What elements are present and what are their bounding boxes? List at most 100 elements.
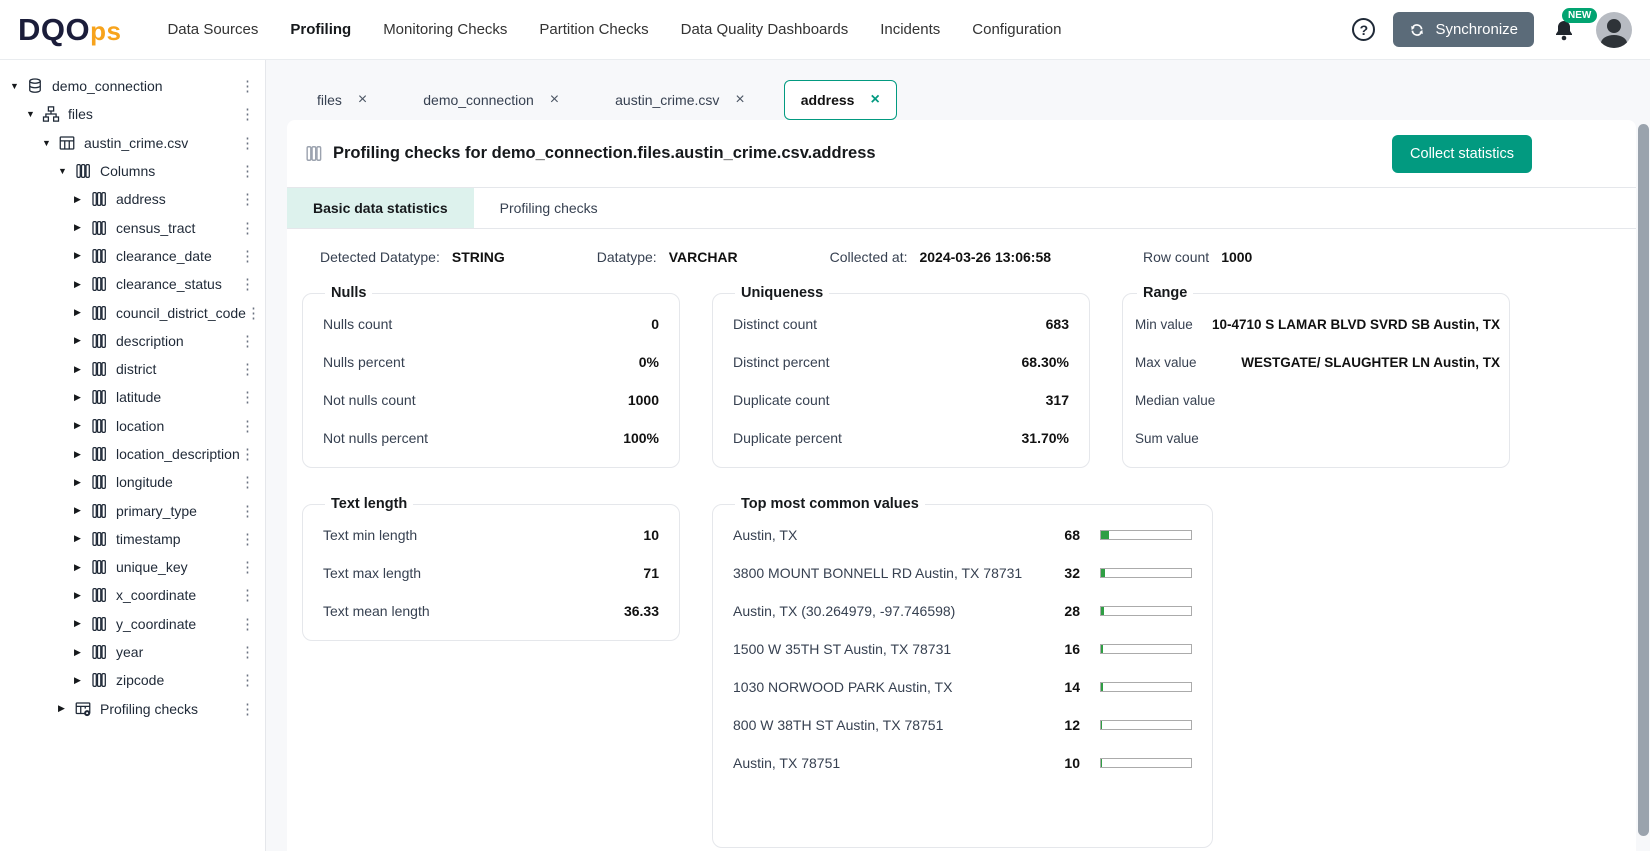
- nav-configuration[interactable]: Configuration: [972, 21, 1061, 38]
- main-scrollbar-thumb[interactable]: [1638, 124, 1649, 836]
- tree-item-description[interactable]: ▶ description ⋮: [0, 327, 265, 355]
- tree-item-label[interactable]: timestamp: [116, 531, 181, 547]
- nav-data-sources[interactable]: Data Sources: [167, 21, 258, 38]
- expand-arrow-icon[interactable]: ▶: [74, 477, 88, 488]
- close-tab-icon[interactable]: ×: [735, 92, 744, 108]
- tree-item-timestamp[interactable]: ▶ timestamp ⋮: [0, 525, 265, 553]
- tree-item-label[interactable]: clearance_status: [116, 276, 222, 292]
- kebab-menu-icon[interactable]: ⋮: [240, 134, 255, 152]
- tab-files[interactable]: files ×: [300, 80, 384, 120]
- tree-item-location[interactable]: ▶ location ⋮: [0, 412, 265, 440]
- kebab-menu-icon[interactable]: ⋮: [240, 671, 255, 689]
- nav-data-quality-dashboards[interactable]: Data Quality Dashboards: [681, 21, 849, 38]
- expand-arrow-icon[interactable]: ▶: [74, 364, 88, 375]
- tree-item-label[interactable]: files: [68, 106, 93, 122]
- nav-monitoring-checks[interactable]: Monitoring Checks: [383, 21, 507, 38]
- kebab-menu-icon[interactable]: ⋮: [240, 700, 255, 718]
- kebab-menu-icon[interactable]: ⋮: [240, 502, 255, 520]
- nav-profiling[interactable]: Profiling: [290, 21, 351, 38]
- tree-item-label[interactable]: clearance_date: [116, 248, 212, 264]
- close-tab-icon[interactable]: ×: [358, 92, 367, 108]
- tree-item-label[interactable]: address: [116, 191, 166, 207]
- kebab-menu-icon[interactable]: ⋮: [240, 247, 255, 265]
- tab-demo-connection[interactable]: demo_connection ×: [406, 80, 576, 120]
- tree-item-label[interactable]: location_description: [116, 446, 240, 462]
- expand-arrow-icon[interactable]: ▶: [74, 562, 88, 573]
- collapse-arrow-icon[interactable]: ▼: [10, 81, 24, 91]
- expand-arrow-icon[interactable]: ▶: [74, 194, 88, 205]
- tree-item-label[interactable]: y_coordinate: [116, 616, 196, 632]
- expand-arrow-icon[interactable]: ▶: [74, 279, 88, 290]
- tree-item-label[interactable]: year: [116, 644, 143, 660]
- tree-item-label[interactable]: zipcode: [116, 672, 164, 688]
- kebab-menu-icon[interactable]: ⋮: [240, 219, 255, 237]
- tree-item-label[interactable]: description: [116, 333, 184, 349]
- tree-item-label[interactable]: council_district_code: [116, 305, 246, 321]
- collapse-arrow-icon[interactable]: ▼: [58, 166, 72, 176]
- kebab-menu-icon[interactable]: ⋮: [240, 388, 255, 406]
- tree-item-x-coordinate[interactable]: ▶ x_coordinate ⋮: [0, 581, 265, 609]
- tree-item-files[interactable]: ▼ files ⋮: [0, 100, 265, 128]
- tree-item-clearance-date[interactable]: ▶ clearance_date ⋮: [0, 242, 265, 270]
- subtab-basic-data-statistics[interactable]: Basic data statistics: [287, 188, 474, 228]
- dqops-logo[interactable]: DQO ps: [18, 12, 121, 48]
- help-icon[interactable]: ?: [1352, 18, 1376, 41]
- kebab-menu-icon[interactable]: ⋮: [240, 615, 255, 633]
- tree-item-label[interactable]: Profiling checks: [100, 701, 198, 717]
- tree-item-demo-connection[interactable]: ▼ demo_connection ⋮: [0, 72, 265, 100]
- kebab-menu-icon[interactable]: ⋮: [240, 445, 255, 463]
- kebab-menu-icon[interactable]: ⋮: [240, 643, 255, 661]
- expand-arrow-icon[interactable]: ▶: [74, 420, 88, 431]
- expand-arrow-icon[interactable]: ▶: [74, 590, 88, 601]
- kebab-menu-icon[interactable]: ⋮: [240, 190, 255, 208]
- tree-item-address[interactable]: ▶ address ⋮: [0, 185, 265, 213]
- tree-item-label[interactable]: Columns: [100, 163, 155, 179]
- tree-item-label[interactable]: district: [116, 361, 156, 377]
- kebab-menu-icon[interactable]: ⋮: [240, 275, 255, 293]
- kebab-menu-icon[interactable]: ⋮: [240, 530, 255, 548]
- tab-austin-crime-csv[interactable]: austin_crime.csv ×: [598, 80, 762, 120]
- expand-arrow-icon[interactable]: ▶: [74, 222, 88, 233]
- expand-arrow-icon[interactable]: ▶: [74, 675, 88, 686]
- tree-item-label[interactable]: longitude: [116, 474, 173, 490]
- collapse-arrow-icon[interactable]: ▼: [42, 138, 56, 148]
- tree-item-zipcode[interactable]: ▶ zipcode ⋮: [0, 666, 265, 694]
- kebab-menu-icon[interactable]: ⋮: [240, 586, 255, 604]
- tree-item-columns[interactable]: ▼ Columns ⋮: [0, 157, 265, 185]
- nav-partition-checks[interactable]: Partition Checks: [539, 21, 648, 38]
- tree-item-location-description[interactable]: ▶ location_description ⋮: [0, 440, 265, 468]
- tree-item-austin-crime-csv[interactable]: ▼ austin_crime.csv ⋮: [0, 129, 265, 157]
- tree-item-census-tract[interactable]: ▶ census_tract ⋮: [0, 213, 265, 241]
- tree-item-latitude[interactable]: ▶ latitude ⋮: [0, 383, 265, 411]
- tree-item-year[interactable]: ▶ year ⋮: [0, 638, 265, 666]
- tree-item-label[interactable]: primary_type: [116, 503, 197, 519]
- tree-item-y-coordinate[interactable]: ▶ y_coordinate ⋮: [0, 610, 265, 638]
- kebab-menu-icon[interactable]: ⋮: [240, 105, 255, 123]
- expand-arrow-icon[interactable]: ▶: [58, 703, 72, 714]
- collapse-arrow-icon[interactable]: ▼: [26, 109, 40, 119]
- expand-arrow-icon[interactable]: ▶: [74, 647, 88, 658]
- synchronize-button[interactable]: Synchronize: [1393, 12, 1534, 47]
- expand-arrow-icon[interactable]: ▶: [74, 449, 88, 460]
- tab-address[interactable]: address ×: [783, 80, 897, 120]
- tree-item-district[interactable]: ▶ district ⋮: [0, 355, 265, 383]
- expand-arrow-icon[interactable]: ▶: [74, 335, 88, 346]
- expand-arrow-icon[interactable]: ▶: [74, 618, 88, 629]
- tree-item-label[interactable]: census_tract: [116, 220, 195, 236]
- tree-item-primary-type[interactable]: ▶ primary_type ⋮: [0, 496, 265, 524]
- notifications-button[interactable]: NEW: [1552, 7, 1598, 43]
- tree-item-unique-key[interactable]: ▶ unique_key ⋮: [0, 553, 265, 581]
- expand-arrow-icon[interactable]: ▶: [74, 392, 88, 403]
- close-tab-icon[interactable]: ×: [870, 92, 879, 108]
- tree-item-label[interactable]: location: [116, 418, 164, 434]
- close-tab-icon[interactable]: ×: [550, 92, 559, 108]
- tree-item-label[interactable]: unique_key: [116, 559, 188, 575]
- expand-arrow-icon[interactable]: ▶: [74, 505, 88, 516]
- subtab-profiling-checks[interactable]: Profiling checks: [474, 188, 624, 228]
- nav-incidents[interactable]: Incidents: [880, 21, 940, 38]
- kebab-menu-icon[interactable]: ⋮: [240, 77, 255, 95]
- kebab-menu-icon[interactable]: ⋮: [240, 473, 255, 491]
- kebab-menu-icon[interactable]: ⋮: [240, 558, 255, 576]
- collect-statistics-button[interactable]: Collect statistics: [1392, 134, 1532, 173]
- tree-item-label[interactable]: latitude: [116, 389, 161, 405]
